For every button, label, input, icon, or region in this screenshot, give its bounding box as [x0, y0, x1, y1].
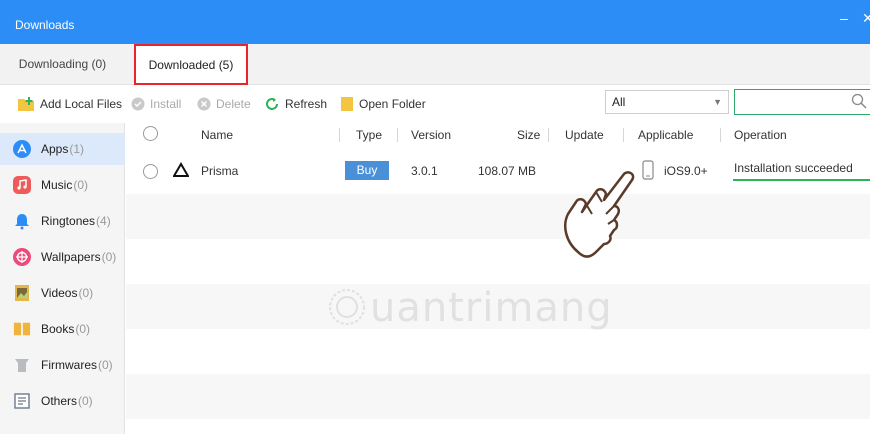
sidebar-item-count: (4) — [96, 214, 111, 228]
column-operation[interactable]: Operation — [734, 128, 787, 142]
folder-icon — [340, 96, 354, 112]
sidebar-item-firmwares[interactable]: Firmwares (0) — [0, 349, 125, 381]
pointing-hand-icon — [556, 166, 640, 261]
sidebar-item-count: (0) — [101, 250, 117, 264]
watermark-logo-icon — [328, 288, 366, 329]
refresh-button[interactable]: Refresh — [264, 95, 327, 113]
sidebar-item-count: (0) — [73, 178, 89, 192]
filter-value: All — [612, 95, 626, 109]
music-icon — [13, 176, 31, 194]
sidebar-item-videos[interactable]: Videos (0) — [0, 277, 125, 309]
sidebar-item-ringtones[interactable]: Ringtones (4) — [0, 205, 125, 237]
app-version: 3.0.1 — [411, 164, 438, 178]
sidebar-item-music[interactable]: Music (0) — [0, 169, 125, 201]
delete-button[interactable]: Delete — [197, 95, 251, 113]
apps-icon — [13, 140, 31, 158]
add-local-files-label: Add Local Files — [40, 97, 123, 111]
column-divider — [623, 128, 624, 142]
table-row — [126, 374, 870, 419]
sidebar-item-label: Others — [41, 394, 78, 408]
sidebar: Apps (1) Music (0) Ringtones (4) Wallpap… — [0, 123, 125, 434]
sidebar-item-label: Apps — [41, 142, 69, 156]
bell-icon — [13, 212, 31, 230]
install-label: Install — [150, 97, 182, 111]
sidebar-item-wallpapers[interactable]: Wallpapers (0) — [0, 241, 125, 273]
column-size[interactable]: Size — [517, 128, 540, 142]
operation-status: Installation succeeded — [734, 161, 853, 175]
app-name: Prisma — [201, 164, 239, 178]
sidebar-item-books[interactable]: Books (0) — [0, 313, 125, 345]
tab-downloaded[interactable]: Downloaded (5) — [134, 44, 248, 85]
sidebar-item-count: (0) — [78, 286, 94, 300]
window-title: Downloads — [15, 18, 75, 32]
sidebar-item-others[interactable]: Others (0) — [0, 385, 125, 417]
column-divider — [720, 128, 721, 142]
row-select-radio[interactable] — [143, 164, 158, 179]
table-row — [126, 239, 870, 284]
sidebar-item-label: Music — [41, 178, 73, 192]
book-icon — [13, 320, 31, 338]
watermark: uantrimang — [328, 285, 613, 331]
install-icon — [131, 97, 145, 111]
sidebar-item-label: Wallpapers — [41, 250, 101, 264]
phone-icon — [642, 160, 654, 183]
delete-label: Delete — [216, 97, 251, 111]
sidebar-item-count: (1) — [69, 142, 85, 156]
video-icon — [13, 284, 31, 302]
column-divider — [339, 128, 340, 142]
column-name[interactable]: Name — [201, 128, 233, 142]
column-divider — [397, 128, 398, 142]
add-local-files-button[interactable]: Add Local Files — [17, 95, 122, 113]
sidebar-item-label: Ringtones — [41, 214, 96, 228]
table-header: Name Type Version Size Update Applicable… — [126, 123, 870, 147]
sidebar-item-apps[interactable]: Apps (1) — [0, 133, 125, 165]
sidebar-item-label: Books — [41, 322, 75, 336]
prisma-app-icon — [172, 162, 190, 181]
tab-bar: Downloading (0) Downloaded (5) — [0, 44, 870, 85]
buy-button[interactable]: Buy — [345, 161, 389, 180]
table-row — [126, 329, 870, 374]
folder-add-icon — [17, 96, 35, 112]
window-titlebar: Downloads – ✕ — [0, 0, 870, 44]
firmware-icon — [13, 356, 31, 374]
install-progress-bar — [733, 179, 870, 181]
column-applicable[interactable]: Applicable — [638, 128, 693, 142]
refresh-label: Refresh — [285, 97, 328, 111]
search-input[interactable] — [734, 89, 870, 115]
column-divider — [548, 128, 549, 142]
install-button[interactable]: Install — [131, 95, 181, 113]
refresh-icon — [264, 96, 280, 112]
column-version[interactable]: Version — [411, 128, 451, 142]
close-button[interactable]: ✕ — [862, 10, 870, 27]
chevron-down-icon: ▼ — [713, 97, 722, 107]
minimize-button[interactable]: – — [840, 10, 848, 26]
column-update[interactable]: Update — [565, 128, 604, 142]
filter-select[interactable]: All ▼ — [605, 90, 729, 114]
sidebar-item-label: Firmwares — [41, 358, 97, 372]
app-applicable: iOS9.0+ — [664, 164, 708, 178]
watermark-text: uantrimang — [370, 285, 613, 331]
select-all-checkbox[interactable] — [143, 126, 158, 141]
sidebar-item-count: (0) — [75, 322, 91, 336]
sidebar-item-count: (0) — [98, 358, 113, 372]
delete-icon — [197, 97, 211, 111]
column-type[interactable]: Type — [356, 128, 382, 142]
search-icon[interactable] — [851, 93, 867, 112]
sidebar-item-count: (0) — [78, 394, 93, 408]
others-icon — [13, 392, 31, 410]
table-row[interactable]: Prisma Buy 3.0.1 108.07 MB iOS9.0+ Insta… — [126, 149, 870, 194]
open-folder-label: Open Folder — [359, 97, 426, 111]
wallpaper-icon — [13, 248, 31, 266]
app-size: 108.07 MB — [478, 164, 537, 178]
table-row — [126, 194, 870, 239]
sidebar-item-label: Videos — [41, 286, 78, 300]
open-folder-button[interactable]: Open Folder — [340, 95, 426, 113]
tab-downloading[interactable]: Downloading (0) — [0, 44, 125, 85]
